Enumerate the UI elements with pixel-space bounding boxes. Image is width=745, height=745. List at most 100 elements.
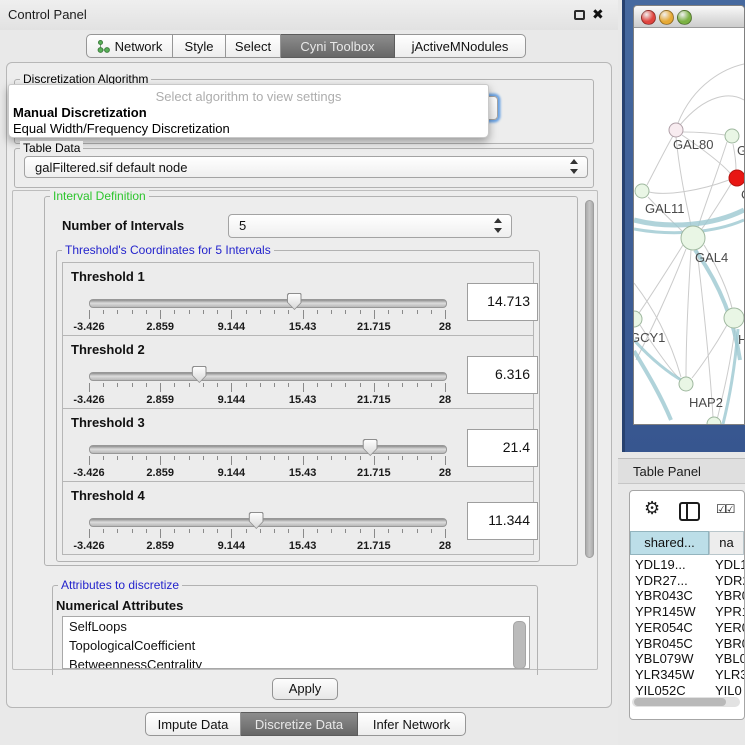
combo-stepper-icon[interactable] bbox=[494, 215, 504, 237]
table-row[interactable]: YBL079WYBL0 bbox=[630, 651, 744, 667]
network-edge[interactable] bbox=[733, 144, 736, 170]
tab-impute-data[interactable]: Impute Data bbox=[145, 712, 241, 736]
table-row[interactable]: YDR27...YDR2 bbox=[630, 573, 744, 589]
threshold-value-field[interactable]: 11.344 bbox=[467, 502, 538, 540]
threshold-slider[interactable]: -3.4262.8599.14415.4321.71528 bbox=[89, 439, 445, 481]
slider-thumb[interactable] bbox=[363, 439, 378, 456]
close-icon[interactable]: ✖ bbox=[592, 6, 604, 23]
slider-tick bbox=[260, 529, 261, 533]
slider-track[interactable] bbox=[89, 372, 447, 381]
slider-track[interactable] bbox=[89, 518, 447, 527]
attribute-list-item[interactable]: BetweennessCentrality bbox=[63, 655, 529, 669]
attribute-list-item[interactable]: TopologicalCoefficient bbox=[63, 636, 529, 655]
slider-thumb[interactable] bbox=[287, 293, 302, 310]
network-node[interactable] bbox=[707, 417, 721, 424]
cell-shared-name[interactable]: YDR27... bbox=[630, 573, 710, 589]
slider-tick bbox=[374, 456, 375, 465]
threshold-value-field[interactable]: 6.316 bbox=[467, 356, 538, 394]
slider-thumb[interactable] bbox=[192, 366, 207, 383]
slider-tick bbox=[231, 529, 232, 538]
slider-tick bbox=[345, 310, 346, 314]
zoom-traffic-light[interactable] bbox=[677, 10, 692, 25]
cell-shared-name[interactable]: YBR045C bbox=[630, 636, 710, 652]
close-traffic-light[interactable] bbox=[641, 10, 656, 25]
tab-select[interactable]: Select bbox=[226, 34, 281, 58]
gear-icon[interactable]: ⚙ bbox=[644, 499, 660, 517]
tab-infer-network[interactable]: Infer Network bbox=[358, 712, 466, 736]
threshold-label: Threshold 4 bbox=[71, 488, 145, 503]
network-edge[interactable] bbox=[723, 329, 738, 424]
table-row[interactable]: YER054CYER0 bbox=[630, 620, 744, 636]
cell-name[interactable]: YLR3 bbox=[710, 667, 744, 683]
minimize-traffic-light[interactable] bbox=[659, 10, 674, 25]
network-edge[interactable] bbox=[639, 245, 683, 313]
network-window-titlebar[interactable] bbox=[634, 6, 744, 28]
network-edge[interactable] bbox=[634, 351, 671, 420]
threshold-value-field[interactable]: 14.713 bbox=[467, 283, 538, 321]
network-node[interactable] bbox=[635, 184, 649, 198]
network-node[interactable] bbox=[634, 311, 642, 327]
cell-shared-name[interactable]: YDL19... bbox=[630, 557, 710, 573]
table-row[interactable]: YBR043CYBR0 bbox=[630, 588, 744, 604]
network-node[interactable] bbox=[679, 377, 693, 391]
number-of-intervals-combobox[interactable]: 5 bbox=[228, 214, 512, 238]
table-row[interactable]: YLR345WYLR3 bbox=[630, 667, 744, 683]
table-row[interactable]: YDL19...YDL1 bbox=[630, 557, 744, 573]
split-columns-icon[interactable] bbox=[679, 502, 700, 521]
numerical-attributes-list[interactable]: SelfLoopsTopologicalCoefficientBetweenne… bbox=[62, 616, 530, 669]
network-canvas[interactable]: GAL80GCGAL11GAL4GCY1HHAP2 bbox=[634, 28, 744, 424]
network-edge[interactable] bbox=[678, 64, 744, 123]
slider-track[interactable] bbox=[89, 299, 447, 308]
threshold-slider[interactable]: -3.4262.8599.14415.4321.71528 bbox=[89, 366, 445, 408]
cell-name[interactable]: YBR0 bbox=[710, 588, 744, 604]
column-header-name[interactable]: na bbox=[709, 531, 744, 555]
network-node[interactable] bbox=[724, 308, 744, 328]
apply-button[interactable]: Apply bbox=[272, 678, 338, 700]
tab-style[interactable]: Style bbox=[173, 34, 226, 58]
cell-name[interactable]: YER0 bbox=[710, 620, 744, 636]
network-node[interactable] bbox=[725, 129, 739, 143]
column-header-shared-name[interactable]: shared... bbox=[630, 531, 709, 555]
attribute-list-item[interactable]: SelfLoops bbox=[63, 617, 529, 636]
cell-shared-name[interactable]: YBL079W bbox=[630, 651, 710, 667]
network-edge[interactable] bbox=[647, 136, 673, 185]
table-row[interactable]: YBR045CYBR0 bbox=[630, 636, 744, 652]
cell-shared-name[interactable]: YPR145W bbox=[630, 604, 710, 620]
cell-shared-name[interactable]: YBR043C bbox=[630, 588, 710, 604]
tab-jactivemnodules[interactable]: jActiveMNodules bbox=[395, 34, 526, 58]
network-edge[interactable] bbox=[683, 132, 725, 135]
float-window-icon[interactable] bbox=[574, 10, 585, 20]
network-node[interactable] bbox=[681, 226, 705, 250]
slider-thumb[interactable] bbox=[249, 512, 264, 529]
vertical-scrollbar-thumb[interactable] bbox=[585, 200, 594, 558]
slider-tick bbox=[402, 529, 403, 533]
algorithm-option[interactable]: Equal Width/Frequency Discretization bbox=[13, 121, 230, 136]
slider-track[interactable] bbox=[89, 445, 447, 454]
table-data-combobox[interactable]: galFiltered.sif default node bbox=[24, 156, 588, 178]
cell-name[interactable]: YDR2 bbox=[710, 573, 744, 589]
combo-stepper-icon[interactable] bbox=[570, 157, 580, 177]
network-edge[interactable] bbox=[686, 250, 691, 377]
cell-name[interactable]: YPR1 bbox=[710, 604, 744, 620]
algorithm-option[interactable]: Manual Discretization bbox=[13, 105, 147, 120]
cell-name[interactable]: YDL1 bbox=[710, 557, 744, 573]
threshold-slider[interactable]: -3.4262.8599.14415.4321.71528 bbox=[89, 293, 445, 335]
tab-cyni-toolbox[interactable]: Cyni Toolbox bbox=[281, 34, 395, 58]
checkboxes-icon[interactable]: ☑☑ bbox=[716, 502, 734, 516]
network-node[interactable] bbox=[669, 123, 683, 137]
horizontal-scrollbar[interactable] bbox=[632, 697, 740, 707]
cell-shared-name[interactable]: YLR345W bbox=[630, 667, 710, 683]
tab-network[interactable]: Network bbox=[86, 34, 173, 58]
cell-name[interactable]: YBL0 bbox=[710, 651, 744, 667]
table-row[interactable]: YPR145WYPR1 bbox=[630, 604, 744, 620]
threshold-value-field[interactable]: 21.4 bbox=[467, 429, 538, 467]
list-scrollbar-thumb[interactable] bbox=[513, 621, 526, 669]
slider-tick bbox=[189, 310, 190, 314]
tab-discretize-data[interactable]: Discretize Data bbox=[241, 712, 358, 736]
network-edge[interactable] bbox=[649, 180, 729, 193]
cell-name[interactable]: YBR0 bbox=[710, 636, 744, 652]
cell-shared-name[interactable]: YER054C bbox=[630, 620, 710, 636]
network-node[interactable] bbox=[729, 170, 744, 186]
network-edge[interactable] bbox=[680, 96, 744, 125]
threshold-slider[interactable]: -3.4262.8599.14415.4321.71528 bbox=[89, 512, 445, 554]
